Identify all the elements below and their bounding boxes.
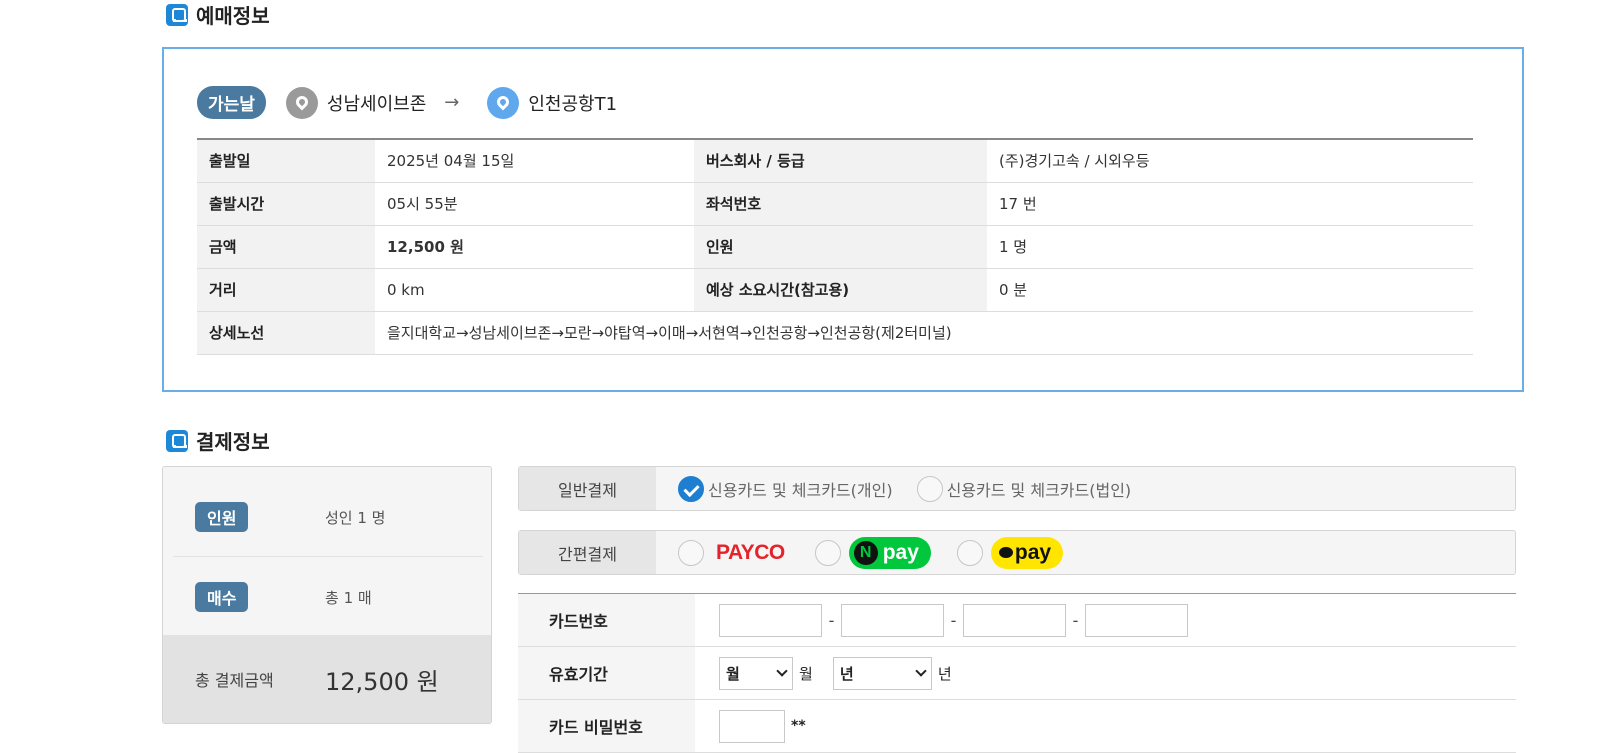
booking-info-title-text: 예매정보 (196, 4, 270, 28)
expiry-month-select[interactable]: 월 (719, 656, 793, 690)
people-badge: 인원 (195, 502, 249, 532)
distance-value: 0 km (375, 268, 694, 312)
people-value: 성인 1 명 (325, 508, 386, 527)
ticket-count-badge: 매수 (195, 582, 249, 612)
route-summary: 가는날 성남세이브존 → 인천공항T1 (197, 86, 617, 119)
table-row: 카드번호 - - - (518, 593, 1516, 647)
bus-company-value: (주)경기고속 / 시외우등 (987, 139, 1473, 183)
card-personal-radio[interactable] (678, 475, 704, 502)
total-amount-value: 12,500 원 (325, 667, 439, 696)
passenger-count-label: 인원 (694, 225, 987, 269)
payco-radio[interactable] (678, 539, 704, 566)
expiry-year-select[interactable]: 년 (832, 656, 932, 690)
card-number-input-1[interactable] (719, 603, 822, 637)
amount-value: 12,500 원 (375, 225, 694, 269)
destination-name: 인천공항T1 (528, 93, 618, 115)
passenger-count-value: 1 명 (987, 225, 1473, 269)
origin-pin-icon (285, 86, 318, 119)
total-amount-label: 총 결제금액 (195, 671, 274, 690)
booking-info-box: 가는날 성남세이브존 → 인천공항T1 출발일 2025년 04월 15일 버스… (162, 47, 1524, 392)
dash: - (828, 610, 835, 630)
distance-label: 거리 (197, 268, 375, 312)
npay-radio[interactable] (814, 539, 841, 566)
payco-option[interactable]: PAYCO (678, 539, 785, 566)
card-password-input[interactable] (719, 709, 785, 743)
card-corporate-radio[interactable] (916, 475, 943, 502)
total-amount-row: 총 결제금액 12,500 원 (163, 635, 491, 723)
dash: - (950, 610, 957, 630)
kakaopay-radio[interactable] (956, 539, 983, 566)
table-row: 거리 0 km 예상 소요시간(참고용) 0 분 (197, 268, 1473, 312)
table-row: 금액 12,500 원 인원 1 명 (197, 225, 1473, 269)
card-form-table: 카드번호 - - - 유효기간 월 월 년 년 카드 비밀번호 ** (518, 593, 1516, 753)
table-row: 유효기간 월 월 년 년 (518, 646, 1516, 700)
summary-count-row: 매수 총 1 매 (163, 557, 491, 637)
expiry-year-value: 년 (839, 664, 854, 683)
summary-people-row: 인원 성인 1 명 (163, 477, 491, 557)
right-arrow-icon: → (444, 92, 460, 113)
card-corporate-option[interactable]: 신용카드 및 체크카드(법인) (916, 475, 1132, 502)
origin-name: 성남세이브존 (326, 93, 427, 115)
table-row: 출발일 2025년 04월 15일 버스회사 / 등급 (주)경기고속 / 시외… (197, 139, 1473, 183)
card-personal-label: 신용카드 및 체크카드(개인) (708, 480, 893, 500)
npay-n-icon: N (853, 540, 878, 565)
bus-company-label: 버스회사 / 등급 (694, 139, 987, 183)
bus-icon (166, 429, 188, 452)
npay-logo: N pay (848, 536, 931, 569)
bus-icon (166, 3, 188, 26)
card-number-input-3[interactable] (963, 603, 1066, 637)
card-corporate-label: 신용카드 및 체크카드(법인) (946, 480, 1132, 500)
chevron-down-icon (915, 665, 927, 677)
seat-number-label: 좌석번호 (694, 182, 987, 226)
card-number-input-4[interactable] (1085, 603, 1188, 637)
departure-day-badge: 가는날 (197, 86, 266, 119)
table-row: 출발시간 05시 55분 좌석번호 17 번 (197, 182, 1473, 226)
password-suffix: ** (791, 718, 806, 734)
npay-label: pay (882, 540, 919, 564)
departure-date-label: 출발일 (197, 139, 375, 183)
chevron-down-icon (776, 665, 788, 677)
ticket-count-value: 총 1 매 (325, 588, 372, 607)
route-detail-value: 을지대학교→성남세이브존→모란→야탑역→이매→서현역→인천공항→인천공항(제2터… (375, 311, 1473, 355)
dash: - (1072, 610, 1079, 630)
speech-bubble-icon (998, 547, 1013, 558)
table-row: 상세노선 을지대학교→성남세이브존→모란→야탑역→이매→서현역→인천공항→인천공… (197, 311, 1473, 355)
general-payment-row: 일반결제 신용카드 및 체크카드(개인) 신용카드 및 체크카드(법인) (518, 466, 1516, 511)
seat-number-value: 17 번 (987, 182, 1473, 226)
booking-info-title: 예매정보 (166, 0, 270, 29)
year-unit: 년 (937, 664, 952, 683)
payment-info-title: 결제정보 (166, 426, 270, 455)
kakaopay-label: pay (1014, 540, 1052, 564)
destination-pin-icon (487, 86, 520, 119)
payment-info-title-text: 결제정보 (196, 430, 270, 454)
card-password-label: 카드 비밀번호 (518, 699, 695, 753)
kakaopay-logo: pay (990, 536, 1064, 569)
estimated-duration-label: 예상 소요시간(참고용) (694, 268, 987, 312)
booking-details-table: 출발일 2025년 04월 15일 버스회사 / 등급 (주)경기고속 / 시외… (197, 138, 1473, 355)
departure-time-label: 출발시간 (197, 182, 375, 226)
departure-time-value: 05시 55분 (375, 182, 694, 226)
route-detail-label: 상세노선 (197, 311, 375, 355)
card-number-input-2[interactable] (841, 603, 944, 637)
easy-payment-row: 간편결제 PAYCO N pay pay (518, 530, 1516, 575)
card-number-fields: --- (695, 593, 1516, 647)
amount-label: 금액 (197, 225, 375, 269)
table-row: 카드 비밀번호 ** (518, 699, 1516, 753)
easy-payment-label: 간편결제 (519, 531, 656, 574)
npay-option[interactable]: N pay (814, 536, 931, 569)
departure-date-value: 2025년 04월 15일 (375, 139, 694, 183)
expiry-label: 유효기간 (518, 646, 695, 700)
estimated-duration-value: 0 분 (987, 268, 1473, 312)
month-unit: 월 (799, 664, 813, 683)
general-payment-label: 일반결제 (519, 467, 656, 510)
payment-summary-panel: 인원 성인 1 명 매수 총 1 매 총 결제금액 12,500 원 (162, 466, 492, 724)
payco-logo: PAYCO (716, 540, 785, 564)
card-password-fields: ** (695, 699, 1516, 753)
expiry-month-value: 월 (726, 664, 740, 683)
card-number-label: 카드번호 (518, 593, 695, 647)
card-personal-option[interactable]: 신용카드 및 체크카드(개인) (678, 475, 893, 502)
kakaopay-option[interactable]: pay (956, 536, 1064, 569)
expiry-fields: 월 월 년 년 (695, 646, 1516, 700)
